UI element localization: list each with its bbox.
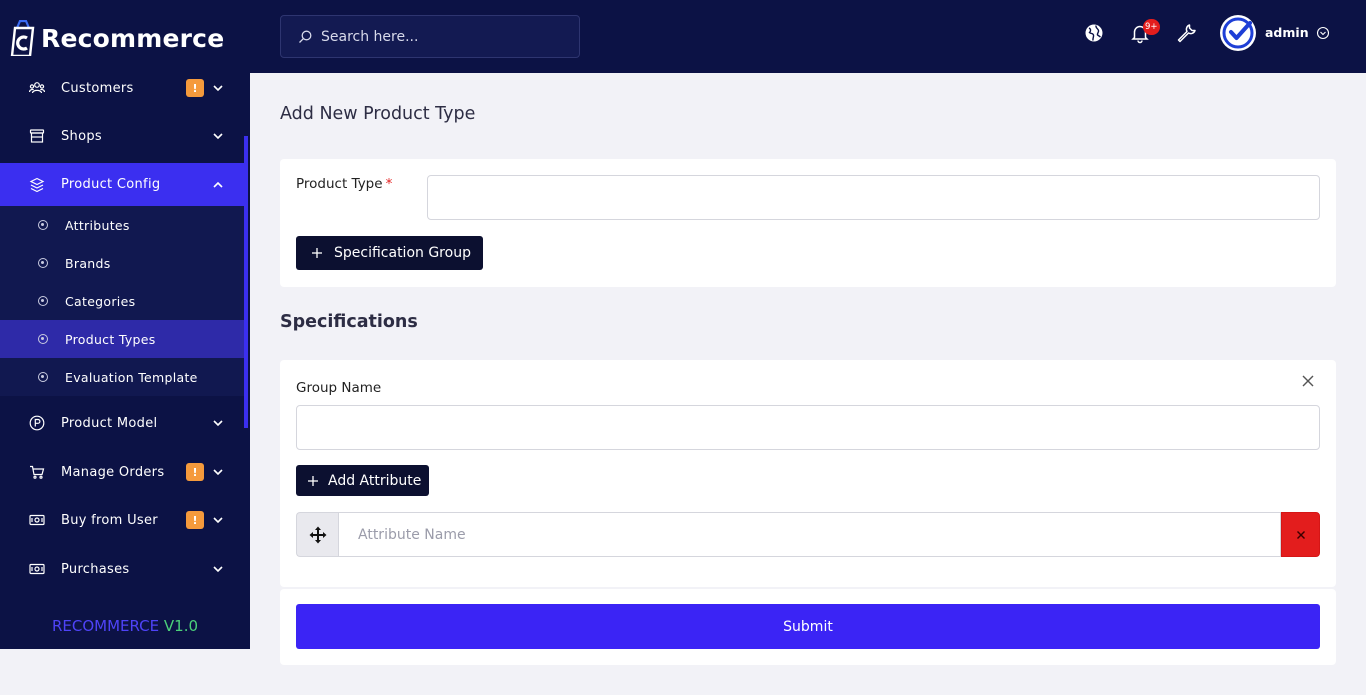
chevron-down-icon	[213, 517, 223, 524]
bullet-icon	[38, 372, 48, 382]
product-config-submenu: Attributes Brands Categories Product Typ…	[0, 206, 244, 396]
specifications-title: Specifications	[280, 312, 418, 332]
sidebar-item-buy-from-user[interactable]: Buy from User !	[0, 498, 244, 542]
notification-count-badge: 9+	[1143, 19, 1160, 35]
logo-text: Recommerce	[41, 23, 225, 53]
sidebar-scrollbar[interactable]	[244, 136, 248, 428]
version-brand: RECOMMERCE	[51, 617, 160, 635]
wrench-icon[interactable]	[1175, 22, 1197, 44]
sidebar-item-label: Customers	[61, 80, 134, 96]
chevron-down-icon	[213, 85, 223, 92]
bullet-icon	[38, 334, 48, 344]
submenu-item-label: Product Types	[65, 331, 156, 347]
product-type-label: Product Type *	[296, 176, 392, 192]
search-box[interactable]	[280, 15, 580, 58]
alert-badge: !	[186, 463, 204, 481]
button-label: Specification Group	[334, 245, 471, 261]
money-icon	[29, 512, 45, 528]
sidebar-item-shops[interactable]: Shops	[0, 114, 244, 158]
submenu-item-product-types[interactable]: Product Types	[0, 320, 244, 358]
add-attribute-button[interactable]: Add Attribute	[296, 465, 429, 496]
p-circle-icon	[29, 415, 45, 431]
move-icon	[309, 526, 326, 543]
cubes-icon	[29, 177, 45, 193]
check-badge-icon	[1222, 17, 1254, 49]
sidebar-item-label: Purchases	[61, 561, 130, 577]
cart-icon	[29, 464, 45, 480]
attribute-name-input[interactable]	[338, 512, 1281, 557]
button-label: Add Attribute	[328, 472, 422, 489]
add-specification-group-button[interactable]: Specification Group	[296, 236, 483, 270]
users-icon	[29, 80, 45, 96]
product-type-label-text: Product Type	[296, 176, 383, 192]
chevron-down-icon	[213, 469, 223, 476]
submenu-item-label: Attributes	[65, 217, 130, 233]
chevron-down-circle-icon[interactable]	[1316, 26, 1330, 40]
submenu-item-evaluation-template[interactable]: Evaluation Template	[0, 358, 244, 396]
bullet-icon	[38, 258, 48, 268]
submenu-item-label: Categories	[65, 293, 136, 309]
sidebar-item-customers[interactable]: Customers !	[0, 66, 244, 110]
submenu-item-categories[interactable]: Categories	[0, 282, 244, 320]
close-icon[interactable]	[1301, 374, 1315, 388]
chevron-up-icon	[213, 181, 223, 188]
app-logo[interactable]: Recommerce	[10, 18, 224, 58]
group-name-input[interactable]	[296, 405, 1320, 450]
product-type-input[interactable]	[427, 175, 1320, 220]
sidebar-item-label: Buy from User	[61, 512, 158, 528]
version-number: V1.0	[163, 617, 199, 635]
search-input[interactable]	[321, 16, 571, 57]
logo-mark-icon	[10, 20, 35, 56]
alert-badge: !	[186, 79, 204, 97]
drag-handle[interactable]	[296, 512, 338, 557]
bullet-icon	[38, 296, 48, 306]
submenu-item-brands[interactable]: Brands	[0, 244, 244, 282]
sidebar-item-label: Manage Orders	[61, 464, 165, 480]
chevron-down-icon	[213, 420, 223, 427]
user-name[interactable]: admin	[1265, 25, 1309, 40]
bullet-icon	[38, 220, 48, 230]
group-name-label: Group Name	[296, 380, 382, 396]
search-icon	[299, 30, 312, 43]
submenu-item-label: Evaluation Template	[65, 369, 198, 385]
alert-badge: !	[186, 511, 204, 529]
required-mark: *	[385, 176, 393, 192]
sidebar-item-manage-orders[interactable]: Manage Orders !	[0, 450, 244, 494]
plus-icon	[308, 475, 318, 486]
chevron-down-icon	[213, 133, 223, 140]
user-avatar[interactable]	[1220, 15, 1256, 51]
submenu-item-label: Brands	[65, 255, 111, 271]
plus-icon	[312, 248, 322, 258]
sidebar: Recommerce Customers ! Shops Product Con…	[0, 0, 250, 649]
top-bar: 9+ admin	[250, 0, 1366, 73]
chevron-down-icon	[213, 566, 223, 573]
app-version: RECOMMERCE V1.0	[0, 617, 250, 635]
sidebar-item-purchases[interactable]: Purchases	[0, 547, 244, 591]
sidebar-item-label: Shops	[61, 128, 102, 144]
sidebar-item-product-model[interactable]: Product Model	[0, 401, 244, 445]
globe-icon[interactable]	[1083, 22, 1105, 44]
submit-button[interactable]: Submit	[296, 604, 1320, 649]
sidebar-item-product-config[interactable]: Product Config	[0, 163, 244, 206]
money-icon	[29, 561, 45, 577]
page-title: Add New Product Type	[280, 104, 476, 124]
submenu-item-attributes[interactable]: Attributes	[0, 206, 244, 244]
sidebar-item-label: Product Model	[61, 415, 158, 431]
store-icon	[29, 128, 45, 144]
close-icon	[1296, 530, 1305, 539]
remove-attribute-button[interactable]	[1281, 512, 1320, 557]
sidebar-item-label: Product Config	[61, 177, 161, 192]
